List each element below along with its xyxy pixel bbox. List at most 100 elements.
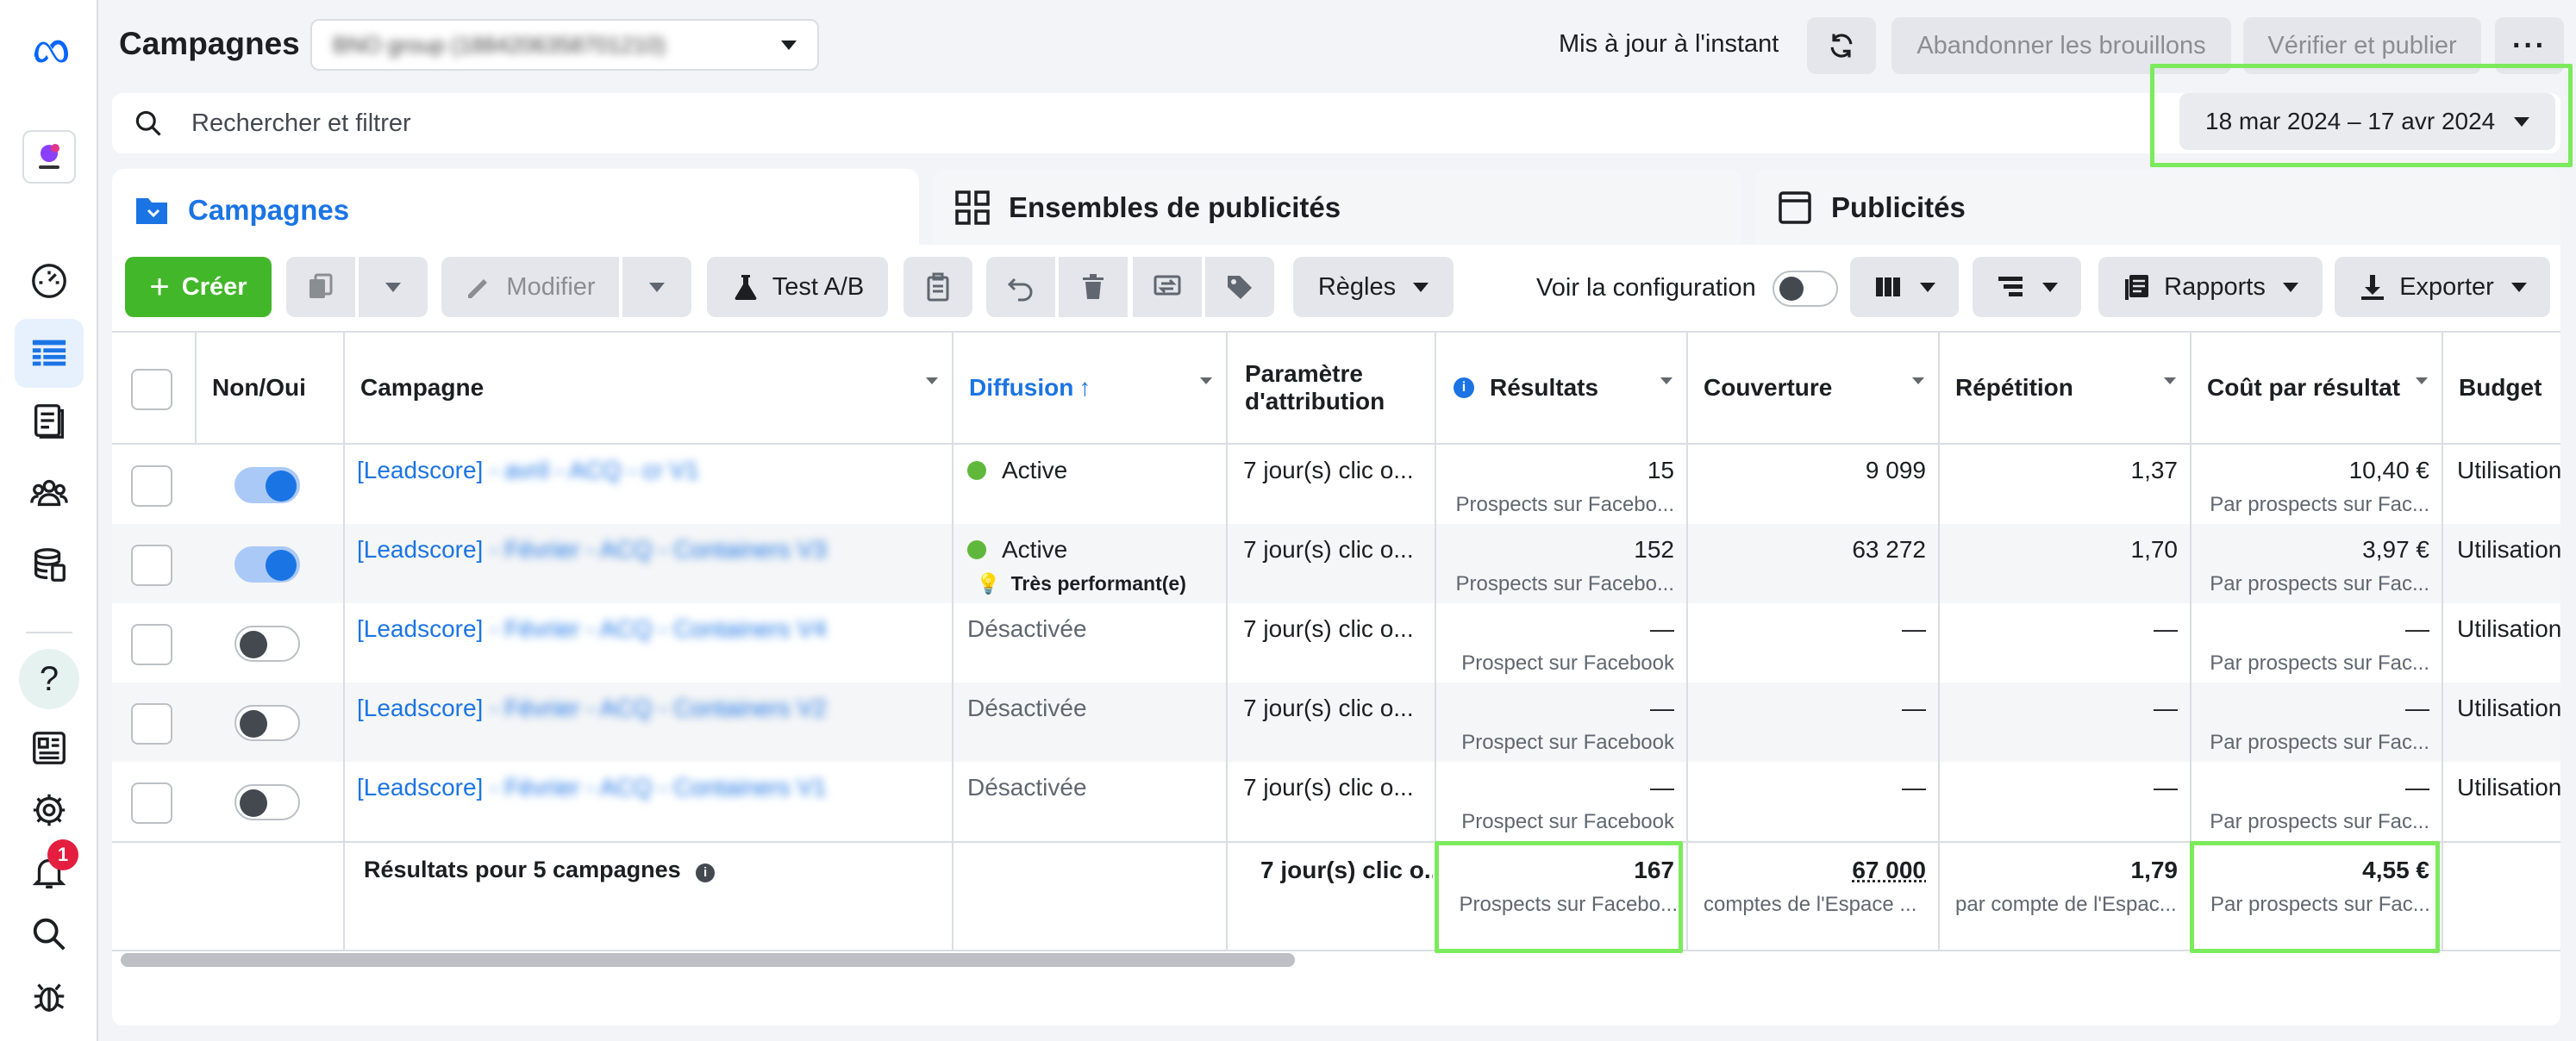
campaign-status-toggle[interactable] xyxy=(234,705,300,741)
news-icon[interactable] xyxy=(15,714,84,782)
create-button[interactable]: + Créer xyxy=(125,257,272,317)
columns-button[interactable] xyxy=(1850,257,1959,317)
totals-label: Résultats pour 5 campagnes i xyxy=(364,857,716,883)
results-value: — xyxy=(1650,695,1674,721)
delivery-status: Désactivée xyxy=(967,695,1087,721)
settings-gear-icon[interactable] xyxy=(15,776,84,845)
duplicate-button[interactable] xyxy=(286,257,355,317)
campaign-name-prefix: [Leadscore] xyxy=(357,774,484,801)
results-value: — xyxy=(1650,774,1674,801)
campaigns-table-icon[interactable] xyxy=(15,319,84,388)
ab-test-button[interactable]: Test A/B xyxy=(707,257,888,317)
help-icon[interactable]: ? xyxy=(15,645,84,714)
sort-caret-icon[interactable] xyxy=(926,377,938,412)
campaign-status-toggle[interactable] xyxy=(234,546,300,583)
breakdown-button[interactable] xyxy=(1973,257,2081,317)
cpr-value: — xyxy=(2405,615,2429,642)
chevron-down-icon xyxy=(649,282,665,292)
undo-button[interactable] xyxy=(986,257,1055,317)
campaign-name-link[interactable]: [Leadscore] - avril - ACQ - cr V1 xyxy=(357,457,943,484)
campaign-status-toggle[interactable] xyxy=(234,626,300,662)
date-range-picker[interactable]: 18 mar 2024 – 17 avr 2024 xyxy=(2179,93,2555,150)
column-header-reach[interactable]: Couverture xyxy=(1704,333,1936,443)
row-checkbox[interactable] xyxy=(131,703,172,745)
ad-account-selector[interactable]: BNO group (1884206358701210) xyxy=(310,19,819,71)
reach-value: 9 099 xyxy=(1865,457,1926,483)
bug-report-icon[interactable] xyxy=(15,962,84,1031)
col-divider xyxy=(343,331,345,950)
compare-button[interactable] xyxy=(1133,257,1202,317)
sort-caret-icon[interactable] xyxy=(2164,377,2176,412)
sort-caret-icon[interactable] xyxy=(2416,377,2428,412)
notifications-bell-icon[interactable]: 1 xyxy=(15,838,84,907)
refresh-button[interactable] xyxy=(1807,17,1876,74)
campaign-name-link[interactable]: [Leadscore] - Février - ACQ - Containers… xyxy=(357,536,943,564)
delivery-status: Désactivée xyxy=(967,615,1087,642)
row-checkbox[interactable] xyxy=(131,545,172,586)
column-header-attribution[interactable]: Paramètre d'attribution xyxy=(1245,333,1428,443)
pages-icon[interactable] xyxy=(15,386,84,455)
col-divider xyxy=(1226,331,1228,950)
row-checkbox[interactable] xyxy=(131,465,172,507)
chevron-down-icon xyxy=(2282,282,2298,292)
tab-ad-sets[interactable]: Ensembles de publicités xyxy=(933,169,1741,246)
show-config-toggle[interactable] xyxy=(1773,271,1838,307)
account-avatar[interactable] xyxy=(15,122,84,191)
discard-drafts-button[interactable]: Abandonner les brouillons xyxy=(1891,17,2231,74)
audiences-icon[interactable] xyxy=(15,458,84,527)
cpr-value: 10,40 € xyxy=(2348,457,2429,483)
tab-campaigns[interactable]: Campagnes xyxy=(112,169,919,252)
campaign-name-link[interactable]: [Leadscore] - Février - ACQ - Containers… xyxy=(357,774,943,801)
select-all-checkbox[interactable] xyxy=(131,369,172,410)
campaign-status-toggle[interactable] xyxy=(234,784,300,820)
column-header-frequency-label: Répétition xyxy=(1955,374,2073,401)
column-header-cost-per-result[interactable]: Coût par résultat xyxy=(2207,333,2440,443)
campaign-name-link[interactable]: [Leadscore] - Février - ACQ - Containers… xyxy=(357,695,943,722)
status-dot-icon xyxy=(967,540,986,559)
meta-logo-icon[interactable] xyxy=(15,17,84,86)
column-header-budget[interactable]: Budget xyxy=(2459,333,2560,443)
column-header-frequency[interactable]: Répétition xyxy=(1955,333,2188,443)
review-publish-button[interactable]: Vérifier et publier xyxy=(2243,17,2481,74)
delete-button[interactable] xyxy=(1059,257,1128,317)
sort-caret-icon[interactable] xyxy=(1660,377,1673,412)
info-icon[interactable]: i xyxy=(1454,377,1474,398)
cpr-sub: Par prospects sur Fac... xyxy=(2210,493,2429,516)
rules-button[interactable]: Règles xyxy=(1293,257,1454,317)
info-icon[interactable]: i xyxy=(696,863,716,882)
horizontal-scrollbar[interactable] xyxy=(121,953,1295,967)
cpr-value: 3,97 € xyxy=(2362,536,2429,563)
more-options-button[interactable]: ··· xyxy=(2495,17,2564,74)
column-header-campaign[interactable]: Campagne xyxy=(360,333,950,443)
tag-icon xyxy=(1228,276,1252,299)
sort-caret-icon[interactable] xyxy=(1912,377,1924,412)
column-header-delivery[interactable]: Diffusion ↑ xyxy=(969,333,1224,443)
column-header-toggle[interactable]: Non/Oui xyxy=(212,333,341,443)
export-button[interactable]: Exporter xyxy=(2335,257,2550,317)
compare-arrows-icon xyxy=(1154,275,1181,296)
dashboard-gauge-icon[interactable] xyxy=(15,246,84,315)
campaign-name-link[interactable]: [Leadscore] - Février - ACQ - Containers… xyxy=(357,615,943,643)
totals-reach-value[interactable]: 67 000 xyxy=(1852,857,1926,883)
frequency-value: 1,70 xyxy=(2130,536,2179,563)
search-rail-icon[interactable] xyxy=(15,900,84,969)
tab-ads[interactable]: Publicités xyxy=(1755,169,2560,246)
column-header-reach-label: Couverture xyxy=(1704,374,1833,401)
sort-caret-icon[interactable] xyxy=(1200,377,1212,412)
search-input[interactable]: Rechercher et filtrer xyxy=(191,109,411,138)
edit-dropdown[interactable] xyxy=(622,257,691,317)
billing-stack-icon[interactable] xyxy=(15,531,84,600)
reports-button[interactable]: Rapports xyxy=(2098,257,2323,317)
row-checkbox[interactable] xyxy=(131,782,172,824)
edit-button[interactable]: Modifier xyxy=(441,257,619,317)
campaign-status-toggle[interactable] xyxy=(234,467,300,503)
clipboard-button[interactable] xyxy=(903,257,972,317)
row-checkbox[interactable] xyxy=(131,624,172,665)
duplicate-dropdown[interactable] xyxy=(359,257,428,317)
budget-value: Utilisation xyxy=(2457,774,2560,801)
column-header-results[interactable]: i Résultats xyxy=(1454,333,1685,443)
attribution-setting: 7 jour(s) clic o... xyxy=(1243,774,1414,801)
refresh-icon xyxy=(1830,34,1853,58)
tag-button[interactable] xyxy=(1205,257,1274,317)
plus-icon: + xyxy=(149,267,170,306)
